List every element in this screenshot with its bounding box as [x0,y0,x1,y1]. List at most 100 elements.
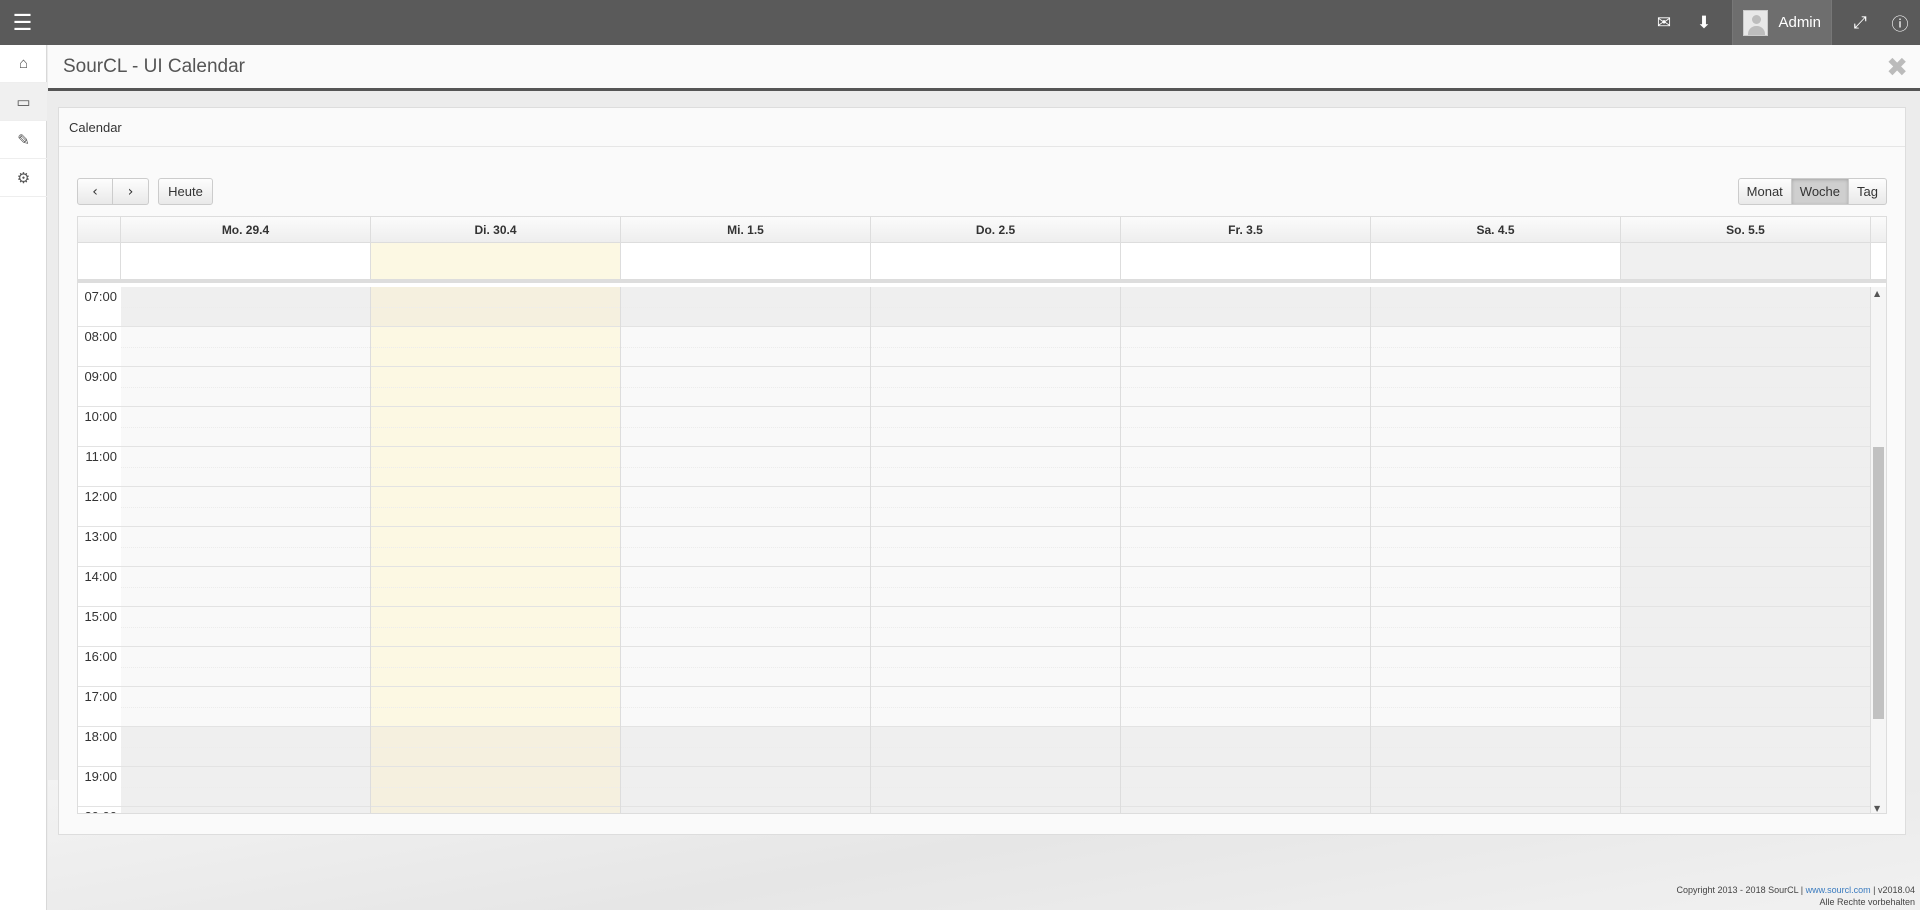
hour-slot[interactable] [1371,807,1620,813]
hour-slot[interactable] [871,447,1120,487]
day-column[interactable] [621,287,871,813]
hour-slot[interactable] [121,567,370,607]
hour-slot[interactable] [621,567,870,607]
hour-slot[interactable] [1621,527,1870,567]
website-link[interactable]: www.sourcl.com [1806,885,1871,895]
hour-slot[interactable] [121,727,370,767]
day-column[interactable] [871,287,1121,813]
hour-slot[interactable] [1121,407,1370,447]
hour-slot[interactable] [871,607,1120,647]
all-day-cell[interactable] [121,243,371,279]
hour-slot[interactable] [371,367,620,407]
hour-slot[interactable] [1121,647,1370,687]
hour-slot[interactable] [871,727,1120,767]
hour-slot[interactable] [871,287,1120,327]
hour-slot[interactable] [1371,407,1620,447]
sidebar-item-settings[interactable]: ⚙ [0,159,47,197]
hour-slot[interactable] [1621,607,1870,647]
prev-button[interactable]: ‹ [77,178,113,205]
hour-slot[interactable] [1371,327,1620,367]
envelope-icon[interactable]: ✉ [1644,0,1684,45]
day-column[interactable] [121,287,371,813]
hour-slot[interactable] [621,487,870,527]
download-icon[interactable]: ⬇ [1684,0,1724,45]
hour-slot[interactable] [621,287,870,327]
hour-slot[interactable] [121,647,370,687]
hour-slot[interactable] [1621,447,1870,487]
hour-slot[interactable] [121,687,370,727]
hour-slot[interactable] [1371,487,1620,527]
hour-slot[interactable] [871,807,1120,813]
fullscreen-icon[interactable]: ⤢ [1840,0,1880,45]
hour-slot[interactable] [871,647,1120,687]
hour-slot[interactable] [621,607,870,647]
all-day-cell[interactable] [1121,243,1371,279]
hour-slot[interactable] [1621,727,1870,767]
hour-slot[interactable] [121,487,370,527]
hour-slot[interactable] [371,607,620,647]
sidebar-item-home[interactable]: ⌂ [0,45,47,83]
hour-slot[interactable] [1621,287,1870,327]
all-day-cell[interactable] [871,243,1121,279]
scroll-up-icon[interactable]: ▲ [1874,289,1880,298]
hour-slot[interactable] [1121,327,1370,367]
all-day-cell[interactable] [1371,243,1621,279]
hour-slot[interactable] [1621,327,1870,367]
hour-slot[interactable] [871,487,1120,527]
hour-slot[interactable] [121,807,370,813]
hour-slot[interactable] [371,287,620,327]
day-column[interactable] [1621,287,1871,813]
hour-slot[interactable] [1621,647,1870,687]
hour-slot[interactable] [871,367,1120,407]
hour-slot[interactable] [1121,527,1370,567]
hour-slot[interactable] [621,407,870,447]
user-menu[interactable]: Admin [1732,0,1832,45]
all-day-cell-today[interactable] [371,243,621,279]
hour-slot[interactable] [1371,767,1620,807]
hour-slot[interactable] [1121,807,1370,813]
hour-slot[interactable] [371,687,620,727]
day-column[interactable] [1121,287,1371,813]
hour-slot[interactable] [1371,607,1620,647]
hour-slot[interactable] [1621,687,1870,727]
hour-slot[interactable] [871,767,1120,807]
hour-slot[interactable] [121,327,370,367]
hour-slot[interactable] [621,527,870,567]
hour-slot[interactable] [371,727,620,767]
hour-slot[interactable] [1121,487,1370,527]
hour-slot[interactable] [1371,687,1620,727]
hour-slot[interactable] [1371,647,1620,687]
hour-slot[interactable] [1121,687,1370,727]
hamburger-icon[interactable]: ☰ [0,0,45,45]
hour-slot[interactable] [1621,767,1870,807]
hour-slot[interactable] [871,527,1120,567]
hour-slot[interactable] [121,447,370,487]
hour-slot[interactable] [1121,727,1370,767]
hour-slot[interactable] [871,567,1120,607]
hour-slot[interactable] [1121,447,1370,487]
scroll-down-icon[interactable]: ▼ [1874,804,1880,813]
hour-slot[interactable] [1621,407,1870,447]
day-column[interactable] [1371,287,1621,813]
hour-slot[interactable] [621,767,870,807]
hour-slot[interactable] [1121,287,1370,327]
hour-slot[interactable] [371,407,620,447]
hour-slot[interactable] [121,767,370,807]
hour-slot[interactable] [121,407,370,447]
hour-slot[interactable] [1621,487,1870,527]
hour-slot[interactable] [621,807,870,813]
hour-slot[interactable] [121,607,370,647]
hour-slot[interactable] [621,647,870,687]
hour-slot[interactable] [371,567,620,607]
hour-slot[interactable] [871,407,1120,447]
hour-slot[interactable] [621,687,870,727]
hour-slot[interactable] [1121,367,1370,407]
day-view-button[interactable]: Tag [1849,178,1887,205]
scrollbar-thumb[interactable] [1873,447,1884,719]
hour-slot[interactable] [1371,727,1620,767]
hour-slot[interactable] [371,327,620,367]
hour-slot[interactable] [371,807,620,813]
hour-slot[interactable] [371,647,620,687]
hour-slot[interactable] [121,527,370,567]
hour-slot[interactable] [871,327,1120,367]
